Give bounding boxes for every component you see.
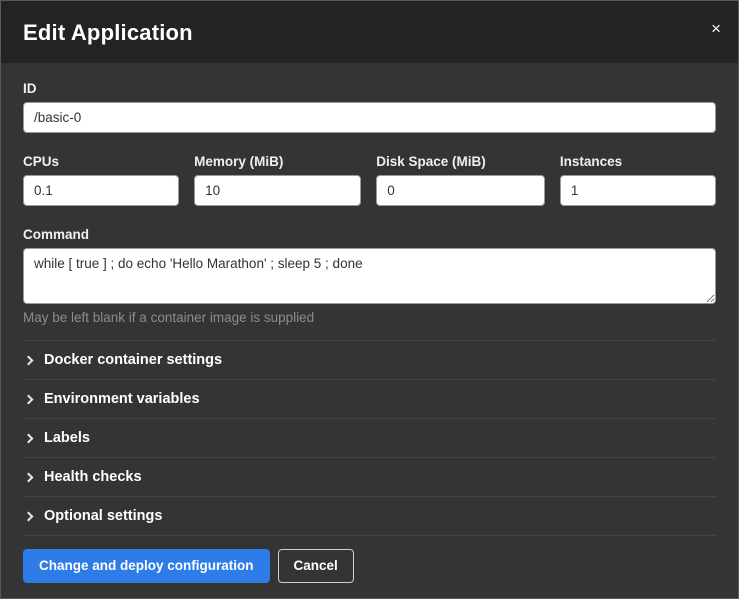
- command-field-group: Command while [ true ] ; do echo 'Hello …: [23, 227, 716, 325]
- chevron-right-icon: [24, 472, 34, 482]
- close-icon[interactable]: ×: [707, 16, 725, 41]
- chevron-right-icon: [24, 511, 34, 521]
- command-help-text: May be left blank if a container image i…: [23, 310, 716, 325]
- cpus-label: CPUs: [23, 154, 179, 169]
- instances-label: Instances: [560, 154, 716, 169]
- id-label: ID: [23, 81, 716, 96]
- section-label: Docker container settings: [44, 352, 222, 368]
- command-label: Command: [23, 227, 716, 242]
- id-field-group: ID: [23, 81, 716, 133]
- modal-header: Edit Application ×: [1, 1, 738, 63]
- memory-field-group: Memory (MiB): [194, 154, 361, 206]
- section-environment-variables[interactable]: Environment variables: [23, 380, 716, 419]
- change-and-deploy-button[interactable]: Change and deploy configuration: [23, 549, 270, 583]
- section-label: Environment variables: [44, 391, 200, 407]
- section-label: Labels: [44, 430, 90, 446]
- instances-field-group: Instances: [560, 154, 716, 206]
- chevron-right-icon: [24, 394, 34, 404]
- section-health-checks[interactable]: Health checks: [23, 458, 716, 497]
- disk-label: Disk Space (MiB): [376, 154, 545, 169]
- resources-row: CPUs Memory (MiB) Disk Space (MiB) Insta…: [23, 154, 716, 206]
- section-optional-settings[interactable]: Optional settings: [23, 497, 716, 536]
- cancel-button[interactable]: Cancel: [278, 549, 354, 583]
- instances-input[interactable]: [560, 175, 716, 206]
- cpus-field-group: CPUs: [23, 154, 179, 206]
- section-label: Health checks: [44, 469, 142, 485]
- chevron-right-icon: [24, 433, 34, 443]
- disk-field-group: Disk Space (MiB): [376, 154, 545, 206]
- memory-label: Memory (MiB): [194, 154, 361, 169]
- accordion-sections: Docker container settings Environment va…: [23, 340, 716, 536]
- modal-title: Edit Application: [23, 20, 716, 46]
- edit-application-modal: Edit Application × ID CPUs Memory (MiB) …: [0, 0, 739, 599]
- cpus-input[interactable]: [23, 175, 179, 206]
- disk-input[interactable]: [376, 175, 545, 206]
- section-label: Optional settings: [44, 508, 162, 524]
- modal-footer: Change and deploy configuration Cancel: [1, 536, 738, 598]
- section-docker-container-settings[interactable]: Docker container settings: [23, 341, 716, 380]
- command-textarea[interactable]: while [ true ] ; do echo 'Hello Marathon…: [23, 248, 716, 304]
- chevron-right-icon: [24, 355, 34, 365]
- section-labels[interactable]: Labels: [23, 419, 716, 458]
- modal-body: ID CPUs Memory (MiB) Disk Space (MiB) In…: [1, 63, 738, 536]
- memory-input[interactable]: [194, 175, 361, 206]
- id-input[interactable]: [23, 102, 716, 133]
